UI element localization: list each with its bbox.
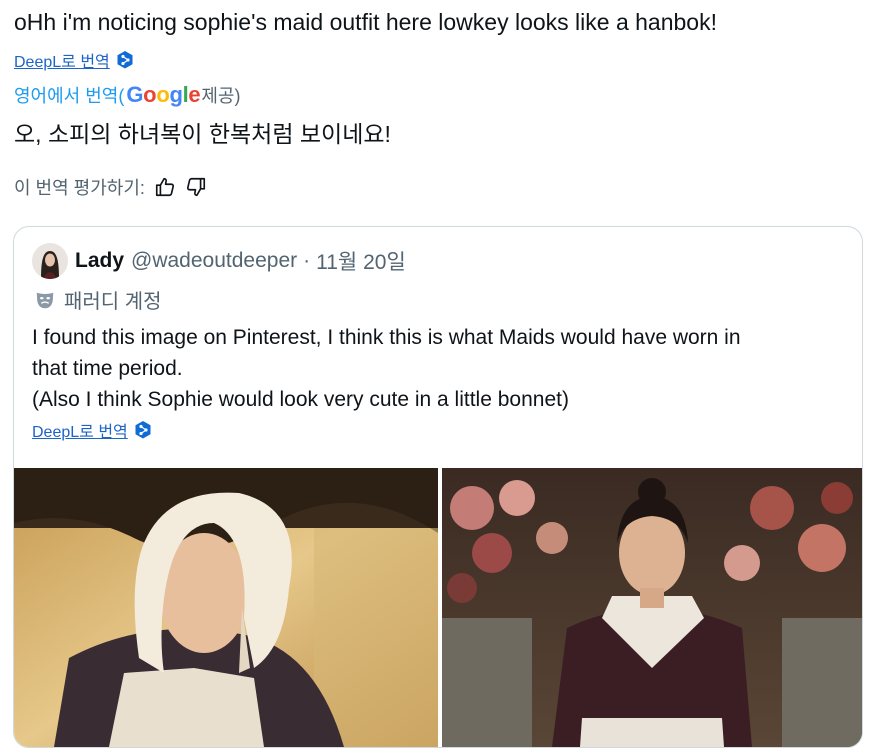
parody-account-label: 패러디 계정 bbox=[64, 291, 162, 313]
parody-account-badge: 패러디 계정 bbox=[34, 285, 162, 314]
provided-by-label: 제공) bbox=[201, 86, 241, 106]
google-logo-letter: g bbox=[169, 82, 183, 107]
theater-mask-icon bbox=[36, 292, 54, 308]
google-logo: Google bbox=[126, 82, 200, 108]
thumbs-down-icon[interactable] bbox=[185, 176, 207, 198]
post-date[interactable]: 11월 20일 bbox=[316, 246, 406, 276]
post-text: oHh i'm noticing sophie's maid outfit he… bbox=[14, 9, 717, 35]
avatar[interactable] bbox=[32, 243, 68, 279]
translated-from-label[interactable]: 영어에서 번역( bbox=[14, 82, 124, 108]
author-handle[interactable]: @wadeoutdeeper bbox=[131, 249, 297, 273]
media-photo-period-dress[interactable] bbox=[442, 468, 862, 747]
quoted-tweet-line: that time period. bbox=[32, 357, 183, 380]
deepl-translate-label: DeepL로 번역 bbox=[14, 54, 110, 71]
deepl-translate-label: DeepL로 번역 bbox=[32, 424, 128, 441]
rate-translation-label: 이 번역 평가하기: bbox=[14, 178, 145, 198]
google-translation-credit: 영어에서 번역( Google 제공) bbox=[14, 82, 240, 108]
quoted-tweet-header: Lady @wadeoutdeeper · 11월 20일 bbox=[32, 243, 406, 279]
media-photo-bonnet-maid[interactable] bbox=[14, 468, 438, 747]
translated-text: 오, 소피의 하녀복이 한복처럼 보이네요! bbox=[14, 121, 391, 147]
deepl-logo-icon bbox=[117, 51, 133, 69]
deepl-logo-icon bbox=[135, 421, 151, 439]
quoted-tweet-line: I found this image on Pinterest, I think… bbox=[32, 326, 741, 349]
quoted-tweet-body: I found this image on Pinterest, I think… bbox=[32, 322, 852, 415]
rate-translation-row: 이 번역 평가하기: bbox=[14, 174, 207, 200]
separator-dot: · bbox=[303, 249, 311, 272]
author-name[interactable]: Lady bbox=[75, 249, 124, 273]
google-logo-letter: o bbox=[156, 82, 170, 107]
quoted-deepl-translate-link[interactable]: DeepL로 번역 bbox=[32, 418, 152, 442]
google-logo-letter: o bbox=[143, 82, 157, 107]
google-logo-letter: e bbox=[188, 82, 201, 107]
quoted-tweet-line: (Also I think Sophie would look very cut… bbox=[32, 388, 569, 411]
google-logo-letter: G bbox=[126, 82, 144, 107]
thumbs-up-icon[interactable] bbox=[154, 176, 176, 198]
quoted-tweet-card[interactable]: Lady @wadeoutdeeper · 11월 20일 패러디 계정 I f… bbox=[13, 226, 863, 748]
deepl-translate-link[interactable]: DeepL로 번역 bbox=[14, 48, 134, 72]
media-grid bbox=[14, 468, 862, 747]
